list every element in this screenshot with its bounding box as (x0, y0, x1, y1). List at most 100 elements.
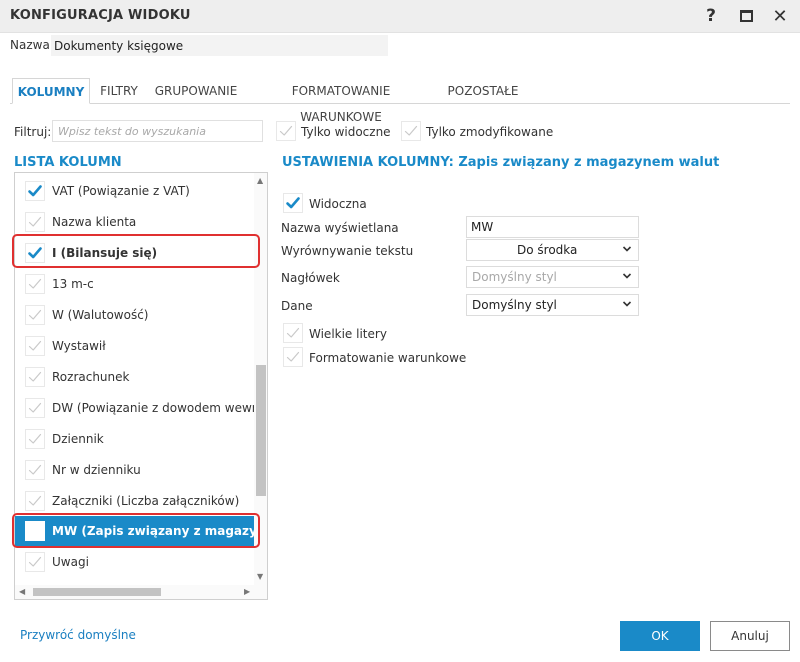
check-icon (28, 185, 42, 197)
tab-filters[interactable]: FILTRY (94, 78, 144, 104)
check-icon (28, 495, 42, 506)
only-visible-label: Tylko widoczne (301, 125, 391, 139)
chevron-down-icon (622, 273, 632, 279)
column-label: Wystawił (52, 339, 106, 353)
dialog-title: KONFIGURACJA WIDOKU (10, 8, 191, 23)
restore-defaults-link[interactable]: Przywróć domyślne (20, 628, 136, 642)
column-label: Dziennik (52, 432, 104, 446)
list-item[interactable]: Rozrachunek (15, 362, 255, 393)
tab-grouping[interactable]: GRUPOWANIE (150, 78, 242, 104)
check-icon (28, 464, 42, 475)
list-item[interactable]: 13 m-c (15, 269, 255, 300)
conditional-formatting-label: Formatowanie warunkowe (309, 351, 467, 365)
text-align-select[interactable]: Do środka (466, 239, 639, 261)
only-modified-checkbox[interactable] (401, 121, 421, 141)
highlight-box (12, 513, 260, 548)
chevron-down-icon (622, 246, 632, 252)
data-select[interactable]: Domyślny styl (466, 294, 639, 316)
display-name-label: Nazwa wyświetlana (281, 221, 399, 235)
data-label: Dane (281, 299, 313, 313)
list-item[interactable]: VAT (Powiązanie z VAT) (15, 176, 255, 207)
chevron-down-icon (622, 301, 632, 307)
check-icon (279, 125, 293, 136)
horizontal-scroll-thumb[interactable] (33, 588, 161, 596)
tab-conditional-formatting[interactable]: FORMATOWANIE WARUNKOWE (250, 78, 432, 124)
check-icon (28, 402, 42, 413)
tab-other[interactable]: POZOSTAŁE (442, 78, 524, 104)
uppercase-checkbox[interactable] (283, 323, 303, 343)
horizontal-scrollbar[interactable]: ◀ ▶ (15, 585, 267, 599)
list-item[interactable]: Nr w dzienniku (15, 455, 255, 486)
maximize-icon[interactable] (733, 4, 759, 28)
list-item[interactable]: W (Walutowość) (15, 300, 255, 331)
header-select[interactable]: Domyślny styl (466, 266, 639, 288)
check-icon (28, 556, 42, 567)
visible-label: Widoczna (309, 197, 367, 211)
visible-checkbox[interactable] (283, 193, 303, 213)
column-checkbox[interactable] (25, 491, 45, 511)
column-checkbox[interactable] (25, 305, 45, 325)
only-visible-checkbox[interactable] (276, 121, 296, 141)
column-label: W (Walutowość) (52, 308, 149, 322)
column-label: Nazwa klienta (52, 215, 137, 229)
column-checkbox[interactable] (25, 398, 45, 418)
uppercase-label: Wielkie litery (309, 327, 387, 341)
column-label: DW (Powiązanie z dowodem wewnętrz (52, 401, 268, 415)
tab-columns[interactable]: KOLUMNY (12, 78, 90, 104)
check-icon (28, 278, 42, 289)
column-label: VAT (Powiązanie z VAT) (52, 184, 190, 198)
check-icon (286, 197, 300, 209)
check-icon (286, 327, 300, 338)
cancel-button[interactable]: Anuluj (710, 621, 790, 651)
filter-label: Filtruj: (14, 125, 52, 139)
scroll-down-icon[interactable]: ▼ (257, 572, 263, 581)
tab-bar: KOLUMNY FILTRY GRUPOWANIE FORMATOWANIE W… (10, 78, 790, 124)
text-align-value: Do środka (517, 243, 578, 257)
name-label: Nazwa: (10, 38, 54, 52)
column-checkbox[interactable] (25, 367, 45, 387)
column-checkbox[interactable] (25, 336, 45, 356)
title-bar: KONFIGURACJA WIDOKU ? ✕ (0, 0, 800, 33)
column-label: 13 m-c (52, 277, 94, 291)
name-input[interactable] (51, 35, 388, 56)
display-name-input[interactable]: MW (466, 216, 639, 238)
highlight-box (12, 234, 260, 268)
list-item[interactable]: Wystawił (15, 331, 255, 362)
column-checkbox[interactable] (25, 181, 45, 201)
column-label: Uwagi (52, 555, 89, 569)
list-item[interactable]: Dziennik (15, 424, 255, 455)
column-label: Rozrachunek (52, 370, 130, 384)
check-icon (28, 433, 42, 444)
check-icon (286, 351, 300, 362)
ok-button[interactable]: OK (620, 621, 700, 651)
check-icon (28, 371, 42, 382)
scroll-up-icon[interactable]: ▲ (257, 176, 263, 185)
list-item[interactable]: DW (Powiązanie z dowodem wewnętrz (15, 393, 267, 424)
list-item[interactable]: Uwagi (15, 547, 255, 578)
check-icon (28, 309, 42, 320)
check-icon (404, 125, 418, 136)
conditional-formatting-checkbox[interactable] (283, 347, 303, 367)
data-value: Domyślny styl (472, 298, 557, 312)
column-checkbox[interactable] (25, 460, 45, 480)
column-list-title: LISTA KOLUMN (14, 155, 122, 170)
check-icon (28, 216, 42, 227)
column-checkbox[interactable] (25, 429, 45, 449)
column-checkbox[interactable] (25, 552, 45, 572)
check-icon (28, 340, 42, 351)
display-name-value: MW (471, 220, 494, 234)
filter-input[interactable] (52, 120, 263, 142)
scroll-left-icon[interactable]: ◀ (19, 587, 25, 596)
text-align-label: Wyrównywanie tekstu (281, 244, 414, 258)
help-icon[interactable]: ? (698, 4, 724, 28)
header-value: Domyślny styl (472, 270, 557, 284)
close-icon[interactable]: ✕ (767, 4, 793, 28)
column-label: Załączniki (Liczba załączników) (52, 494, 240, 508)
column-checkbox[interactable] (25, 274, 45, 294)
scroll-right-icon[interactable]: ▶ (244, 587, 250, 596)
column-settings-title: USTAWIENIA KOLUMNY: Zapis związany z mag… (282, 155, 720, 170)
column-checkbox[interactable] (25, 212, 45, 232)
column-label: Nr w dzienniku (52, 463, 141, 477)
vertical-scroll-thumb[interactable] (256, 365, 266, 496)
header-label: Nagłówek (281, 271, 340, 285)
